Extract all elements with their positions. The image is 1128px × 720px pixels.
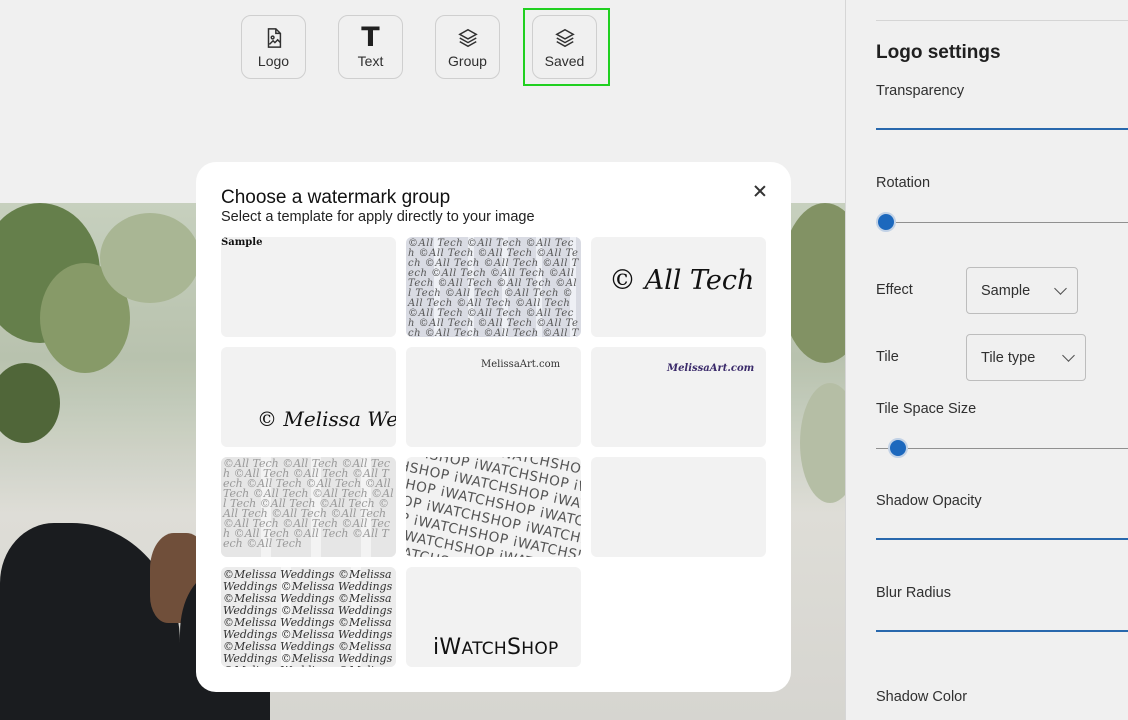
template-text: MelissaArt.com <box>667 363 755 374</box>
dialog-title: Choose a watermark group <box>221 187 451 208</box>
template-text: © All Tech <box>609 265 755 296</box>
close-icon[interactable] <box>751 182 769 200</box>
template-tile[interactable]: iWATCHSHOP <box>406 567 581 667</box>
template-tile[interactable]: Sample <box>221 237 396 337</box>
template-tile[interactable]: MelissaArt.com <box>406 347 581 447</box>
template-tile[interactable]: © All Tech <box>591 237 766 337</box>
template-tile[interactable]: MelissaArt.com <box>591 347 766 447</box>
watermark-group-dialog: Choose a watermark group Select a templa… <box>196 162 791 692</box>
template-pattern: ©All Tech ©All Tech ©All Tech ©All Tech … <box>221 457 396 557</box>
template-text: © Melissa Weddings <box>257 407 396 431</box>
template-text-part: HOP <box>521 639 559 659</box>
template-grid: Sample ©All Tech ©All Tech ©All Tech ©Al… <box>221 237 766 667</box>
template-tile[interactable]: © Melissa Weddings <box>221 347 396 447</box>
dialog-subtitle: Select a template for apply directly to … <box>221 209 535 225</box>
template-text: iWATCHSHOP <box>433 635 559 660</box>
template-tile[interactable]: ©All Tech ©All Tech ©All Tech ©All Tech … <box>221 457 396 557</box>
template-pattern: iWATCHSHOP iWATCHSHOP iWATCHSHOP iWATCHS… <box>406 457 581 557</box>
template-text: Sample <box>221 237 263 248</box>
template-text-part: S <box>507 635 522 660</box>
template-pattern: ©Melissa Weddings ©Melissa Weddings ©Mel… <box>221 567 396 667</box>
template-text: MelissaArt.com <box>481 359 561 370</box>
template-text-part: ATCH <box>461 639 508 659</box>
template-pattern: ©All Tech ©All Tech ©All Tech ©All Tech … <box>406 237 581 337</box>
template-text-part: iW <box>433 635 462 660</box>
template-tile[interactable]: ©Melissa Weddings ©Melissa Weddings ©Mel… <box>221 567 396 667</box>
template-tile[interactable]: iWATCHSHOP iWATCHSHOP iWATCHSHOP iWATCHS… <box>406 457 581 557</box>
template-tile[interactable] <box>591 457 766 557</box>
template-tile[interactable]: ©All Tech ©All Tech ©All Tech ©All Tech … <box>406 237 581 337</box>
